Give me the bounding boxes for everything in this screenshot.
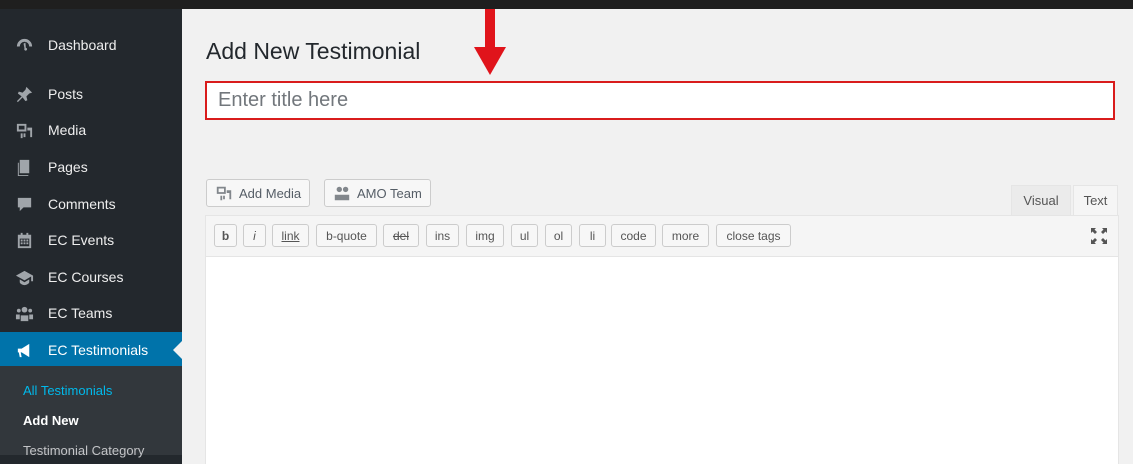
qt-ol-button[interactable]: ol <box>545 224 572 247</box>
admin-top-bar <box>0 0 1133 9</box>
sidebar-item-label: EC Events <box>48 232 115 248</box>
qt-bold-button[interactable]: b <box>214 224 237 247</box>
sidebar-item-label: Pages <box>48 159 88 175</box>
sidebar-submenu: All Testimonials Add New Testimonial Cat… <box>0 366 182 458</box>
media-icon <box>0 121 48 140</box>
sidebar-item-label: Media <box>48 122 87 138</box>
sidebar-item-ec-testimonials[interactable]: EC Testimonials <box>0 332 182 368</box>
sidebar-item-label: Dashboard <box>48 37 117 53</box>
tab-text[interactable]: Text <box>1073 185 1118 215</box>
sidebar-item-comments[interactable]: Comments <box>0 186 182 222</box>
qt-italic-button[interactable]: i <box>243 224 266 247</box>
sidebar-item-dashboard[interactable]: Dashboard <box>0 27 182 63</box>
fullscreen-icon[interactable] <box>1090 227 1108 245</box>
sidebar-item-posts[interactable]: Posts <box>0 76 182 112</box>
qt-close-tags-button[interactable]: close tags <box>716 224 791 247</box>
calendar-icon <box>0 231 48 250</box>
submenu-add-new[interactable]: Add New <box>23 413 79 428</box>
editor-area[interactable]: b i link b-quote del ins img ul ol li co… <box>205 215 1119 464</box>
tab-visual[interactable]: Visual <box>1011 185 1071 215</box>
amo-team-button[interactable]: AMO Team <box>324 179 431 207</box>
graduation-cap-icon <box>0 268 48 287</box>
dashboard-icon <box>0 36 48 55</box>
sidebar-item-media[interactable]: Media <box>0 112 182 148</box>
sidebar-item-label: Comments <box>48 196 116 212</box>
qt-more-button[interactable]: more <box>662 224 709 247</box>
add-media-button[interactable]: Add Media <box>206 179 311 207</box>
annotation-arrow-icon <box>474 9 506 75</box>
add-media-label: Add Media <box>239 185 302 201</box>
sidebar-item-ec-teams[interactable]: EC Teams <box>0 295 182 331</box>
qt-bquote-button[interactable]: b-quote <box>316 224 377 247</box>
comment-icon <box>0 195 48 214</box>
qt-del-button[interactable]: del <box>383 224 419 247</box>
sidebar-item-label: EC Courses <box>48 269 124 285</box>
sidebar-item-ec-events[interactable]: EC Events <box>0 222 182 258</box>
qt-li-button[interactable]: li <box>579 224 606 247</box>
title-input[interactable] <box>205 81 1115 120</box>
qt-ins-button[interactable]: ins <box>426 224 459 247</box>
groups-icon <box>0 304 48 323</box>
qt-img-button[interactable]: img <box>466 224 504 247</box>
submenu-all-testimonials[interactable]: All Testimonials <box>23 383 112 398</box>
media-icon <box>216 186 232 201</box>
sidebar-item-label: EC Teams <box>48 305 113 321</box>
groups-icon <box>334 186 350 201</box>
sidebar-item-label: Posts <box>48 86 84 102</box>
qt-ul-button[interactable]: ul <box>511 224 538 247</box>
quicktags-toolbar: b i link b-quote del ins img ul ol li co… <box>206 216 1118 257</box>
pin-icon <box>0 85 48 104</box>
sidebar-item-ec-courses[interactable]: EC Courses <box>0 259 182 295</box>
pages-icon <box>0 158 48 177</box>
qt-link-button[interactable]: link <box>272 224 309 247</box>
megaphone-icon <box>0 341 48 360</box>
sidebar-item-label: EC Testimonials <box>48 342 149 358</box>
qt-code-button[interactable]: code <box>611 224 656 247</box>
sidebar-item-pages[interactable]: Pages <box>0 149 182 185</box>
submenu-testimonial-category[interactable]: Testimonial Category <box>23 443 144 458</box>
amo-team-label: AMO Team <box>357 185 422 201</box>
page-title: Add New Testimonial <box>206 38 421 64</box>
active-indicator <box>173 341 182 359</box>
